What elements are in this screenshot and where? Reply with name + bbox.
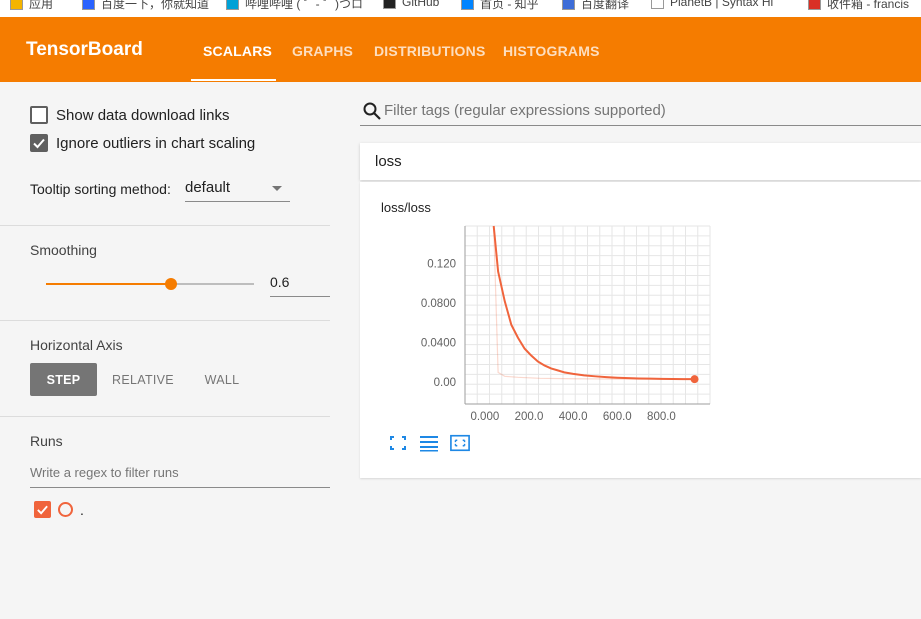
- tab-distributions[interactable]: DISTRIBUTIONS: [374, 43, 486, 59]
- bookmark-label: 首页 - 知乎: [480, 0, 539, 11]
- bookmark-label: 应用: [29, 0, 54, 11]
- search-icon: [363, 102, 381, 120]
- runs-filter-placeholder: Write a regex to filter runs: [30, 465, 179, 480]
- scalar-chart-card: loss/loss 0.00 0.0400 0.0800 0.120 0.000 200.…: [360, 182, 921, 478]
- bookmark-item[interactable]: 百度一下，你就知道: [82, 0, 209, 12]
- axis-wall-button[interactable]: WALL: [192, 363, 252, 396]
- tooltip-sorting-select[interactable]: default: [185, 177, 290, 202]
- x-tick-label: 400.0: [559, 411, 588, 423]
- y-tick-label: 0.0400: [421, 338, 456, 350]
- run-item[interactable]: .: [34, 501, 84, 518]
- tab-graphs[interactable]: GRAPHS: [292, 43, 353, 59]
- axis-relative-button[interactable]: RELATIVE: [105, 363, 181, 396]
- bookmarks-bar: 应用 百度一下，你就知道 哔哩哔哩 ( ゜- ゜)つロ GitHub 首页 - 知乎 百度…: [0, 0, 921, 17]
- y-tick-label: 0.00: [434, 377, 456, 389]
- raw-series-line: [493, 225, 695, 380]
- bookmark-favicon-icon: [562, 0, 575, 10]
- loss-chart[interactable]: 0.00 0.0400 0.0800 0.120 0.000 200.0 400.0 600.…: [360, 182, 921, 432]
- section-divider: [0, 416, 330, 417]
- run-label: .: [80, 501, 84, 518]
- dropdown-arrow-icon: [272, 186, 282, 191]
- bookmark-item[interactable]: 收件箱 - francis: [808, 0, 909, 12]
- smoothing-title: Smoothing: [30, 242, 97, 258]
- tooltip-sorting-value: default: [185, 179, 231, 196]
- smoothing-value: 0.6: [270, 274, 290, 290]
- bookmark-label: GitHub: [402, 0, 440, 9]
- tab-histograms[interactable]: HISTOGRAMS: [503, 43, 600, 59]
- tab-scalars[interactable]: SCALARS: [203, 43, 272, 59]
- fit-domain-icon[interactable]: [450, 434, 470, 452]
- x-tick-label: 0.000: [470, 411, 499, 423]
- ignore-outliers-checkbox[interactable]: Ignore outliers in chart scaling: [30, 134, 255, 152]
- run-color-dot-icon: [58, 502, 73, 517]
- bookmark-label: 百度翻译: [581, 0, 630, 11]
- tag-filter-placeholder: Filter tags (regular expressions support…: [384, 102, 666, 119]
- bookmark-item[interactable]: GitHub: [383, 0, 439, 9]
- runs-filter-input[interactable]: Write a regex to filter runs: [30, 458, 330, 488]
- bookmark-favicon-icon: [226, 0, 239, 10]
- smoothing-slider-handle[interactable]: [164, 278, 177, 290]
- bookmark-label: 百度一下，你就知道: [101, 0, 210, 11]
- bookmark-item[interactable]: 百度翻译: [562, 0, 629, 12]
- series-last-point: [690, 375, 699, 384]
- toggle-log-scale-icon[interactable]: [419, 434, 439, 452]
- y-tick-label: 0.0800: [421, 298, 456, 310]
- bookmark-favicon-icon: [651, 0, 664, 9]
- sidebar: Show data download links Ignore outliers…: [0, 82, 330, 619]
- bookmark-label: 收件箱 - francis: [827, 0, 910, 11]
- smoothed-series-line: [492, 225, 695, 381]
- x-tick-label: 200.0: [515, 411, 544, 423]
- bookmark-item[interactable]: 首页 - 知乎: [461, 0, 539, 12]
- tag-group-header[interactable]: loss: [360, 143, 921, 180]
- horizontal-axis-title: Horizontal Axis: [30, 337, 123, 353]
- run-checkbox-checked-icon[interactable]: [34, 501, 51, 518]
- show-download-links-checkbox[interactable]: Show data download links: [30, 106, 229, 124]
- app-header: TensorBoard SCALARS GRAPHS DISTRIBUTIONS…: [0, 17, 921, 82]
- y-tick-label: 0.120: [427, 259, 456, 271]
- checkbox-unchecked-icon[interactable]: [30, 106, 48, 124]
- active-tab-indicator: [191, 79, 276, 81]
- x-tick-label: 800.0: [647, 411, 676, 423]
- bookmark-favicon-icon: [808, 0, 821, 10]
- bookmark-item[interactable]: PlanetB | Syntax Hi: [651, 0, 773, 9]
- bookmark-item[interactable]: 应用: [10, 0, 53, 12]
- bookmark-favicon-icon: [383, 0, 396, 9]
- bookmark-label: PlanetB | Syntax Hi: [670, 0, 774, 9]
- smoothing-input[interactable]: 0.6: [270, 272, 330, 297]
- x-tick-label: 600.0: [603, 411, 632, 423]
- axis-step-button[interactable]: STEP: [30, 363, 97, 396]
- section-divider: [0, 225, 330, 226]
- fullscreen-icon[interactable]: [388, 434, 408, 452]
- bookmark-favicon-icon: [10, 0, 23, 10]
- bookmark-favicon-icon: [461, 0, 474, 10]
- tooltip-sorting-label: Tooltip sorting method:: [30, 181, 171, 197]
- section-divider: [0, 320, 330, 321]
- ignore-outliers-label: Ignore outliers in chart scaling: [56, 134, 256, 152]
- smoothing-slider-fill: [46, 283, 171, 285]
- runs-title: Runs: [30, 433, 63, 449]
- tag-group-name: loss: [375, 153, 402, 170]
- bookmark-label: 哔哩哔哩 ( ゜- ゜)つロ: [245, 0, 363, 11]
- show-download-links-label: Show data download links: [56, 106, 230, 124]
- bookmark-favicon-icon: [82, 0, 95, 10]
- bookmark-item[interactable]: 哔哩哔哩 ( ゜- ゜)つロ: [226, 0, 363, 12]
- tag-filter-input[interactable]: Filter tags (regular expressions support…: [360, 98, 921, 126]
- brand-title: TensorBoard: [26, 39, 143, 60]
- checkbox-checked-icon[interactable]: [30, 134, 48, 152]
